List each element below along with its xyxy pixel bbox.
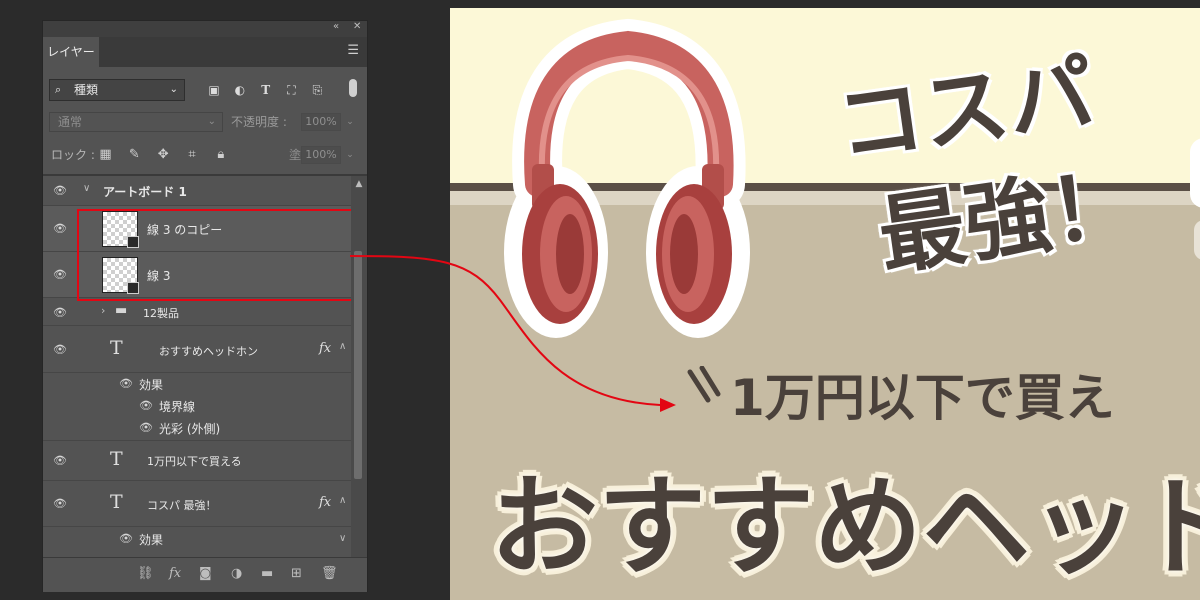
annotation-arrow xyxy=(349,255,676,412)
